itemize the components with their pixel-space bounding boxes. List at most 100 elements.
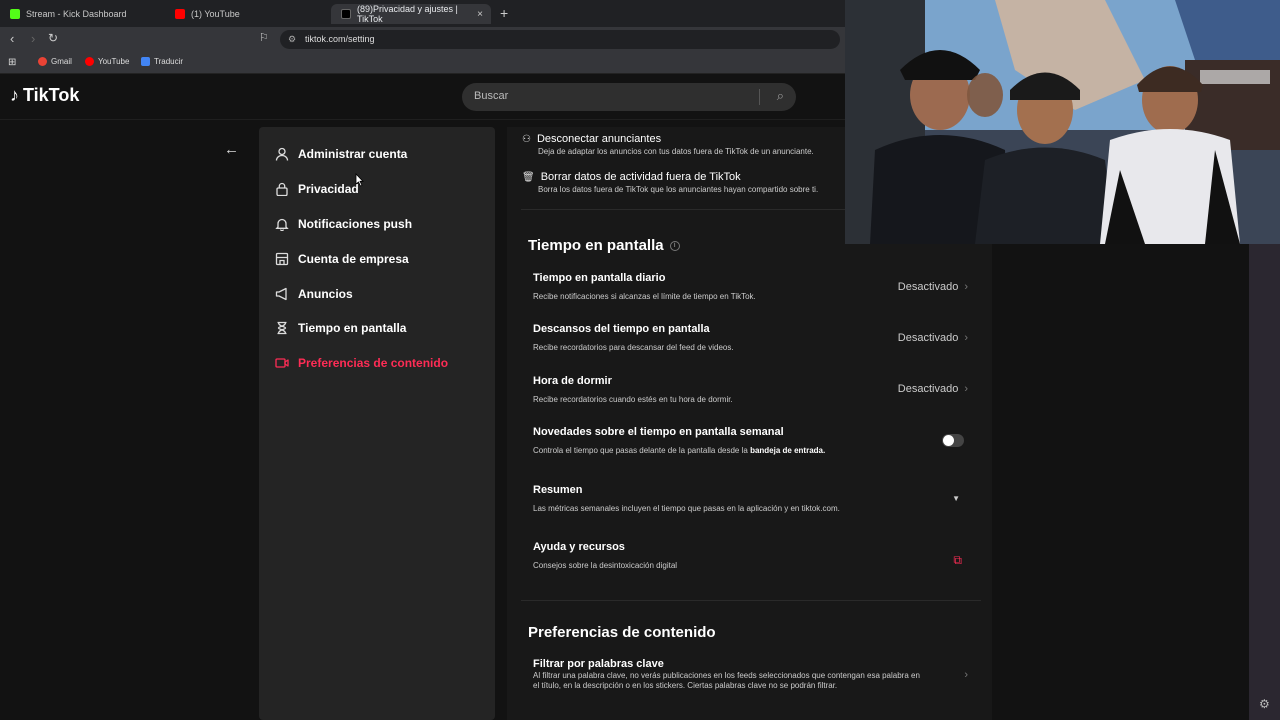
row-description: Las métricas semanales incluyen el tiemp… bbox=[533, 504, 840, 513]
sidebar-item-privacy[interactable]: Privacidad bbox=[274, 181, 359, 197]
value-text: Desactivado bbox=[897, 281, 959, 293]
tab-title: Stream - Kick Dashboard bbox=[26, 9, 127, 19]
sidebar-item-ads[interactable]: Anuncios bbox=[274, 286, 353, 302]
delete-offsite-data-row[interactable]: 🗑 Borrar datos de actividad fuera de TikT… bbox=[522, 171, 818, 194]
sidebar-item-manage-account[interactable]: Administrar cuenta bbox=[274, 146, 407, 162]
tab-title: (1) YouTube bbox=[191, 9, 240, 19]
row-title: Ayuda y recursos bbox=[533, 541, 625, 553]
reload-icon[interactable]: ↻ bbox=[48, 31, 58, 45]
section-heading-screen-time: Tiempo en pantalla i bbox=[528, 237, 680, 254]
bookmark-label: Gmail bbox=[51, 57, 72, 66]
youtube-icon bbox=[85, 57, 94, 66]
row-title: Resumen bbox=[533, 484, 583, 496]
chevron-right-icon: › bbox=[964, 669, 968, 681]
row-title: Borrar datos de actividad fuera de TikTo… bbox=[540, 171, 741, 183]
bookmark-label: Traducir bbox=[154, 57, 184, 66]
section-title: Preferencias de contenido bbox=[528, 624, 716, 641]
logo-text: TikTok bbox=[23, 85, 80, 105]
sleep-value[interactable]: Desactivado › bbox=[898, 383, 968, 395]
search-bar[interactable]: Buscar ⌕ bbox=[462, 83, 796, 111]
url-field[interactable]: ⚙ tiktok.com/setting bbox=[280, 30, 840, 49]
sidebar-item-label: Anuncios bbox=[298, 287, 353, 301]
sidebar-item-push-notifications[interactable]: Notificaciones push bbox=[274, 216, 412, 232]
close-tab-icon[interactable]: × bbox=[477, 9, 483, 20]
tab-youtube[interactable]: (1) YouTube bbox=[165, 4, 330, 24]
chevron-right-icon: › bbox=[964, 281, 968, 293]
inbox-link-text: bandeja de entrada. bbox=[750, 446, 826, 455]
tab-title: (89)Privacidad y ajustes | TikTok bbox=[357, 4, 458, 24]
keyword-filter-row[interactable]: Filtrar por palabras clave Al filtrar un… bbox=[533, 658, 968, 691]
url-text: tiktok.com/setting bbox=[305, 34, 375, 44]
bookmark-gmail[interactable]: Gmail bbox=[38, 57, 72, 66]
new-tab-button[interactable]: + bbox=[500, 5, 508, 21]
tiktok-logo[interactable]: ♪ TikTok bbox=[10, 85, 79, 106]
search-icon[interactable]: ⌕ bbox=[777, 88, 784, 104]
kick-icon bbox=[10, 9, 20, 19]
right-strip bbox=[1249, 244, 1280, 720]
youtube-icon bbox=[175, 9, 185, 19]
bookmark-traducir[interactable]: Traducir bbox=[141, 57, 183, 66]
search-divider bbox=[759, 89, 760, 105]
megaphone-icon bbox=[274, 286, 290, 302]
sleep-reminder-row[interactable]: Hora de dormir Recibe recordatorios cuan… bbox=[533, 375, 968, 404]
keyword-filter-chevron[interactable]: › bbox=[958, 669, 968, 681]
sidebar-item-label: Notificaciones push bbox=[298, 217, 413, 231]
row-description: Deja de adaptar los anuncios con tus dat… bbox=[538, 147, 814, 156]
hourglass-icon bbox=[274, 320, 290, 336]
lock-icon bbox=[274, 181, 290, 197]
store-icon bbox=[274, 251, 290, 267]
settings-sidebar: Administrar cuenta Privacidad Notificaci… bbox=[259, 127, 495, 720]
summary-row[interactable]: Resumen Las métricas semanales incluyen … bbox=[533, 484, 968, 513]
daily-screen-time-row[interactable]: Tiempo en pantalla diario Recibe notific… bbox=[533, 272, 968, 301]
sidebar-item-content-preferences[interactable]: Preferencias de contenido bbox=[274, 355, 448, 371]
tiktok-icon bbox=[341, 9, 351, 19]
daily-screen-time-value[interactable]: Desactivado › bbox=[898, 281, 968, 293]
back-arrow-icon[interactable]: ← bbox=[224, 141, 239, 158]
row-title: Filtrar por palabras clave bbox=[533, 658, 664, 670]
row-description: Recibe notificaciones si alcanzas el lím… bbox=[533, 292, 756, 301]
bookmark-youtube[interactable]: YouTube bbox=[85, 57, 129, 66]
sidebar-item-label: Cuenta de empresa bbox=[298, 252, 409, 266]
screen-time-breaks-row[interactable]: Descansos del tiempo en pantalla Recibe … bbox=[533, 323, 968, 352]
tiktok-note-icon: ♪ bbox=[10, 85, 19, 105]
help-resources-row[interactable]: Ayuda y recursos Consejos sobre la desin… bbox=[533, 541, 968, 570]
sidebar-item-business-account[interactable]: Cuenta de empresa bbox=[274, 251, 409, 267]
sidebar-item-screen-time[interactable]: Tiempo en pantalla bbox=[274, 320, 406, 336]
back-nav-icon[interactable]: ‹ bbox=[10, 31, 14, 46]
chevron-right-icon: › bbox=[964, 383, 968, 395]
bell-icon bbox=[274, 216, 290, 232]
weekly-updates-toggle[interactable] bbox=[942, 434, 964, 447]
forward-nav-icon[interactable]: › bbox=[31, 31, 35, 46]
section-divider bbox=[521, 600, 981, 601]
webcam-image bbox=[845, 0, 1280, 244]
row-description-text: Controla el tiempo que pasas delante de … bbox=[533, 446, 748, 455]
section-title: Tiempo en pantalla bbox=[528, 237, 664, 254]
toggle-knob bbox=[943, 435, 954, 446]
video-icon bbox=[274, 355, 290, 371]
row-description: Controla el tiempo que pasas delante de … bbox=[533, 446, 968, 455]
tab-kick[interactable]: Stream - Kick Dashboard bbox=[0, 4, 165, 24]
sidebar-item-label: Privacidad bbox=[298, 182, 359, 196]
row-title: Novedades sobre el tiempo en pantalla se… bbox=[533, 426, 784, 438]
weekly-screen-time-row: Novedades sobre el tiempo en pantalla se… bbox=[533, 426, 968, 455]
breaks-value[interactable]: Desactivado › bbox=[898, 332, 968, 344]
row-description: Consejos sobre la desintoxicación digita… bbox=[533, 561, 678, 570]
row-title: Desconectar anunciantes bbox=[536, 133, 662, 145]
chevron-down-icon[interactable]: ▼ bbox=[952, 494, 960, 503]
mouse-cursor-icon bbox=[355, 173, 364, 187]
row-description: Recibe recordatorios para descansar del … bbox=[533, 343, 734, 352]
webcam-overlay bbox=[845, 0, 1280, 244]
tab-tiktok[interactable]: (89)Privacidad y ajustes | TikTok × bbox=[331, 4, 491, 24]
gear-icon[interactable]: ⚙ bbox=[1259, 697, 1270, 711]
section-heading-content-preferences: Preferencias de contenido bbox=[528, 624, 716, 641]
sidebar-item-label: Tiempo en pantalla bbox=[298, 321, 407, 335]
sidebar-item-label: Administrar cuenta bbox=[298, 147, 408, 161]
apps-grid-icon[interactable]: ⊞ bbox=[8, 57, 16, 68]
bookmark-icon[interactable]: ⚐ bbox=[259, 31, 269, 44]
disconnect-advertisers-row[interactable]: ⚇ Desconectar anunciantes Deja de adaptar… bbox=[522, 133, 814, 156]
site-info-icon[interactable]: ⚙ bbox=[288, 30, 296, 49]
sidebar-item-label: Preferencias de contenido bbox=[298, 356, 449, 370]
info-icon[interactable]: i bbox=[669, 240, 680, 251]
search-input[interactable]: Buscar bbox=[474, 90, 508, 102]
external-link-icon[interactable]: ⧉ bbox=[953, 553, 962, 568]
